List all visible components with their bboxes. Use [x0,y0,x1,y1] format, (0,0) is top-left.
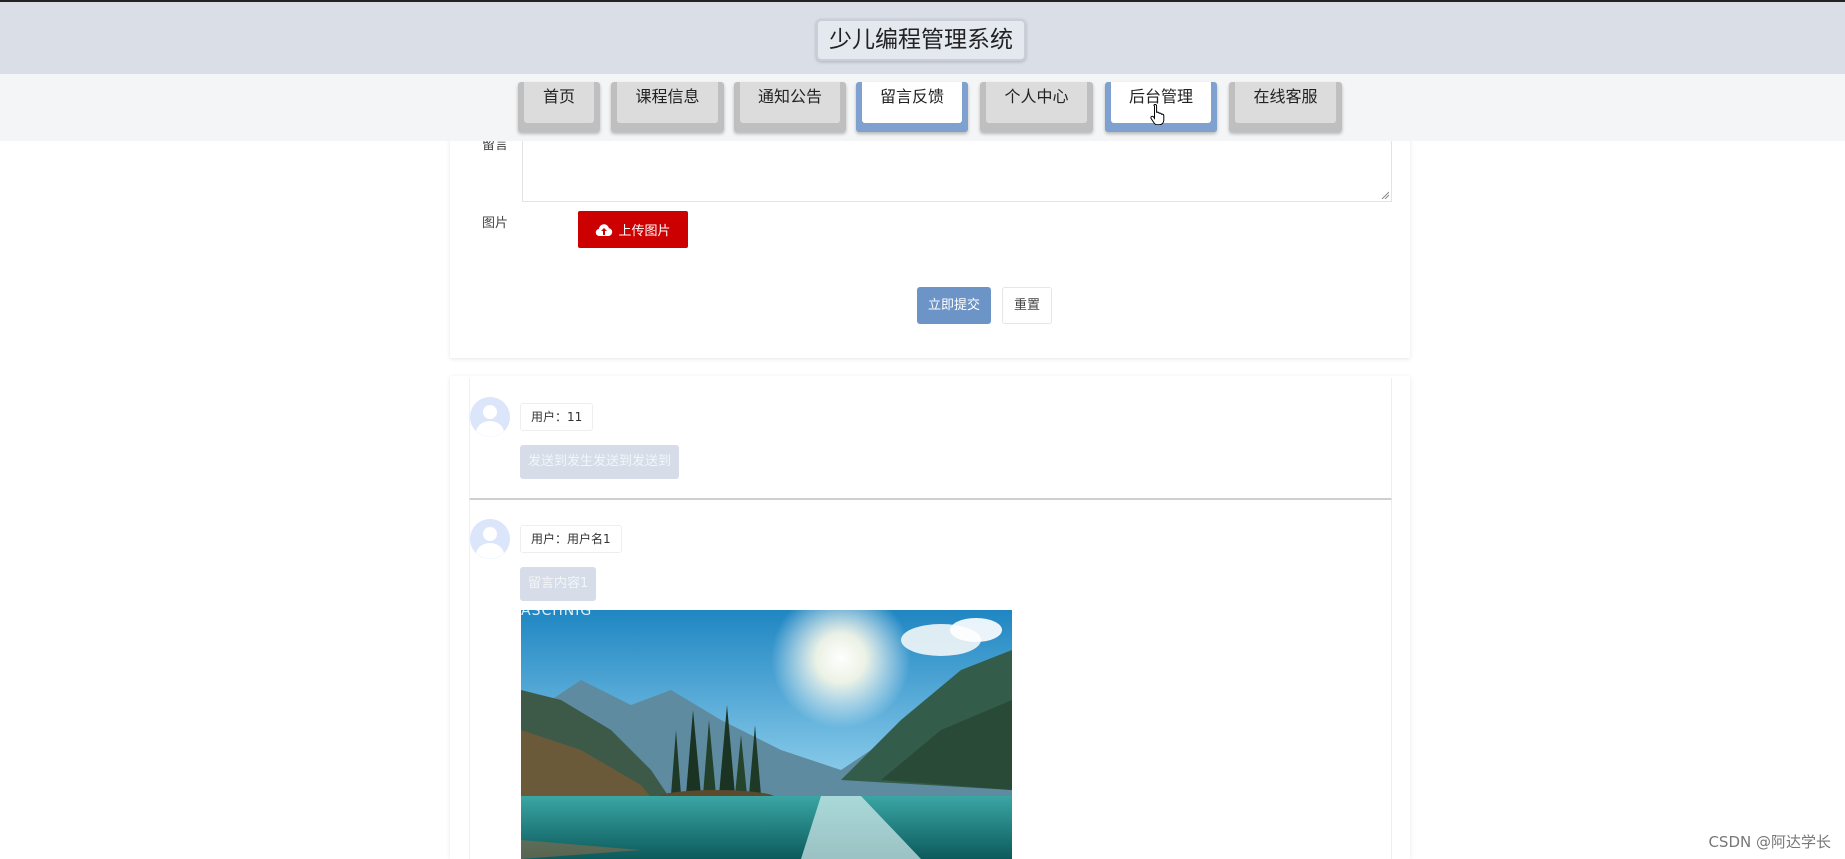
nav-label: 首页 [524,82,594,123]
image-watermark: ASCHNIG [521,603,593,619]
csdn-watermark: CSDN @阿达学长 [1708,833,1831,851]
nav-item-courses[interactable]: 课程信息 [611,82,724,132]
nav-bar: 首页 课程信息 通知公告 留言反馈 个人中心 后台管理 在线客服 [0,74,1845,141]
nav-label: 课程信息 [617,82,718,123]
comment-user: 用户：11 [520,403,594,431]
nav-item-service[interactable]: 在线客服 [1229,82,1342,132]
reset-button[interactable]: 重置 [1002,287,1052,324]
nav-item-home[interactable]: 首页 [518,82,600,132]
lake-landscape-image [521,610,1012,859]
resize-grip-icon[interactable] [1381,191,1389,199]
nav-item-profile[interactable]: 个人中心 [980,82,1093,132]
site-title: 少儿编程管理系统 [816,19,1026,61]
user-avatar-icon [470,519,510,559]
cloud-upload-icon [596,223,613,236]
comment-item: 用户：11 发送到发生发送到发送到 [469,378,1392,500]
comment-user: 用户：用户名1 [520,525,622,553]
image-label: 图片 [482,216,509,231]
nav-label: 在线客服 [1235,82,1336,123]
comment-content: 发送到发生发送到发送到 [520,445,680,479]
comment-content: 留言内容1 [520,567,597,601]
upload-image-button[interactable]: 上传图片 [578,211,688,248]
nav-label: 留言反馈 [862,82,962,123]
header: 少儿编程管理系统 [0,0,1845,74]
nav-label: 个人中心 [986,82,1087,123]
upload-label: 上传图片 [618,224,671,239]
avatar [470,519,510,559]
hand-cursor-icon [1150,103,1165,125]
nav-label: 通知公告 [740,82,840,123]
submit-button[interactable]: 立即提交 [917,287,991,324]
nav-item-notices[interactable]: 通知公告 [734,82,846,132]
user-avatar-icon [470,397,510,437]
avatar [470,397,510,437]
comment-image[interactable] [521,610,1012,859]
nav-item-feedback[interactable]: 留言反馈 [856,82,968,132]
